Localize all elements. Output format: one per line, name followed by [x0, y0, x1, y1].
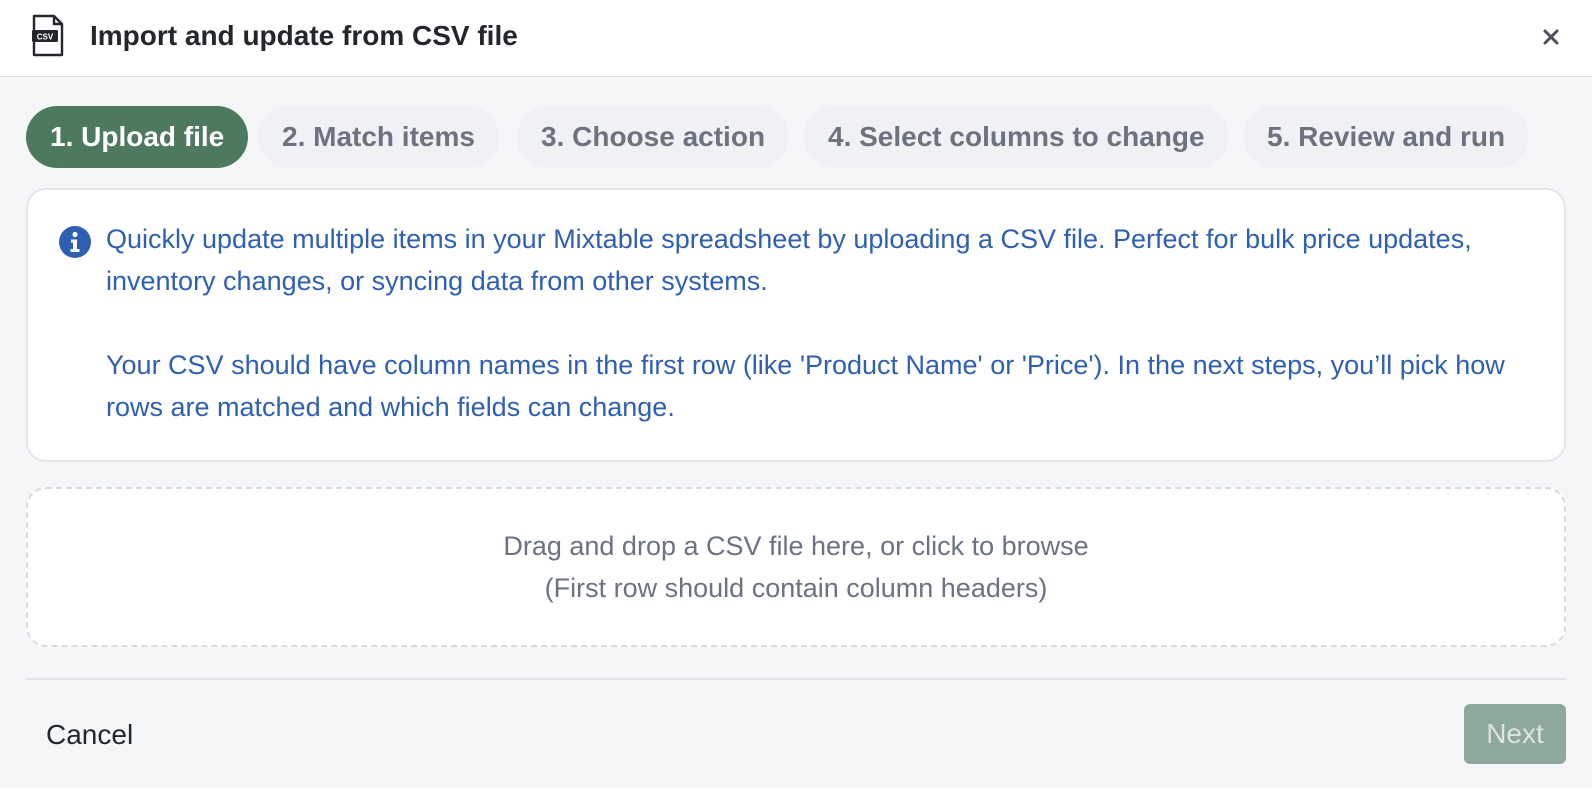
import-csv-dialog: CSV Import and update from CSV file 1. U… [0, 0, 1592, 788]
csv-badge-text: CSV [37, 33, 54, 42]
close-icon [1543, 29, 1559, 45]
step-match-items[interactable]: 2. Match items [258, 106, 499, 168]
info-icon [59, 226, 91, 258]
csv-file-icon: CSV [32, 14, 64, 57]
step-choose-action[interactable]: 3. Choose action [517, 106, 790, 168]
dialog-header: CSV Import and update from CSV file [0, 0, 1592, 77]
dropzone-instruction: Drag and drop a CSV file here, or click … [503, 531, 1089, 561]
close-button[interactable] [1536, 22, 1566, 52]
cancel-button[interactable]: Cancel [26, 709, 153, 761]
next-button[interactable]: Next [1464, 704, 1566, 764]
info-text: Quickly update multiple items in your Mi… [106, 218, 1536, 428]
info-paragraph-instructions: Your CSV should have column names in the… [106, 350, 1505, 422]
footer-divider [26, 678, 1566, 680]
dropzone-hint: (First row should contain column headers… [544, 573, 1048, 603]
step-review-and-run[interactable]: 5. Review and run [1243, 106, 1530, 168]
dialog-title: Import and update from CSV file [90, 20, 518, 51]
info-card: Quickly update multiple items in your Mi… [26, 188, 1566, 462]
step-upload-file[interactable]: 1. Upload file [26, 106, 249, 168]
step-select-columns[interactable]: 4. Select columns to change [804, 106, 1229, 168]
info-paragraph-intro: Quickly update multiple items in your Mi… [106, 224, 1472, 296]
csv-dropzone[interactable]: Drag and drop a CSV file here, or click … [26, 487, 1566, 647]
